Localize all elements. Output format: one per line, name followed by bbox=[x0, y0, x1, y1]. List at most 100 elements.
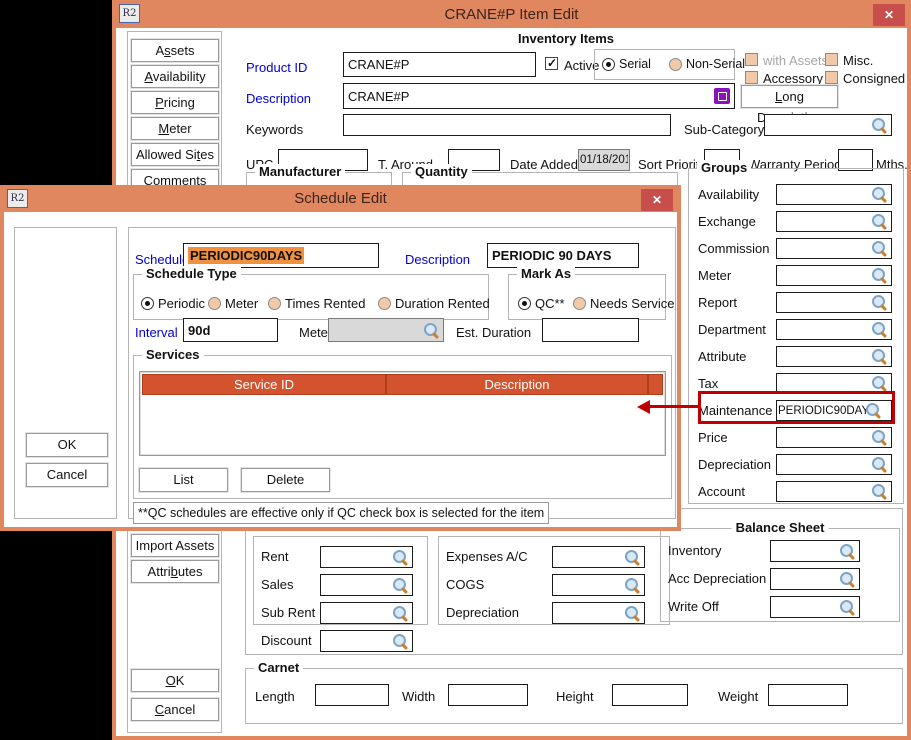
active-checkbox[interactable] bbox=[545, 57, 558, 70]
search-icon[interactable] bbox=[871, 430, 887, 445]
search-icon[interactable] bbox=[871, 268, 887, 283]
acc-depreciation-field[interactable] bbox=[770, 568, 860, 590]
close-icon[interactable]: ✕ bbox=[641, 189, 673, 211]
width-field[interactable] bbox=[448, 684, 528, 706]
keywords-field[interactable] bbox=[343, 114, 671, 136]
sub-category-field[interactable] bbox=[764, 114, 892, 136]
height-field[interactable] bbox=[612, 684, 688, 706]
sub-rent-label: Sub Rent bbox=[261, 605, 315, 620]
search-icon[interactable] bbox=[871, 118, 887, 133]
import-assets-button[interactable]: Import Assets bbox=[131, 534, 219, 557]
search-icon[interactable] bbox=[871, 241, 887, 256]
group-field-department[interactable] bbox=[776, 319, 892, 340]
description-expand-icon[interactable] bbox=[714, 88, 730, 104]
sidebar-item-availability[interactable]: Availability bbox=[131, 65, 219, 88]
long-description-button[interactable]: Long Description bbox=[741, 85, 838, 108]
dialog-ok-button[interactable]: OK bbox=[26, 433, 108, 457]
search-icon[interactable] bbox=[871, 295, 887, 310]
item-edit-titlebar[interactable]: R2 CRANE#P Item Edit ✕ bbox=[112, 0, 911, 28]
search-icon[interactable] bbox=[392, 606, 408, 621]
dialog-description-field[interactable]: PERIODIC 90 DAYS bbox=[487, 243, 639, 268]
sidebar-item-meter[interactable]: Meter bbox=[131, 117, 219, 140]
write-off-field[interactable] bbox=[770, 596, 860, 618]
description-column-header[interactable]: Description bbox=[386, 374, 648, 395]
ok-button[interactable]: OK bbox=[131, 669, 219, 692]
group-field-attribute[interactable] bbox=[776, 346, 892, 367]
group-field-exchange[interactable] bbox=[776, 211, 892, 232]
sales-field[interactable] bbox=[320, 574, 413, 596]
non-serial-radio[interactable] bbox=[669, 58, 682, 71]
group-label-tax: Tax bbox=[698, 376, 718, 391]
dialog-meter-field bbox=[328, 318, 444, 342]
misc-checkbox[interactable] bbox=[825, 53, 838, 66]
dialog-cancel-button[interactable]: Cancel bbox=[26, 463, 108, 487]
group-field-availability[interactable] bbox=[776, 184, 892, 205]
consigned-checkbox[interactable] bbox=[825, 71, 838, 84]
cogs-field[interactable] bbox=[552, 574, 645, 596]
services-table[interactable]: Service ID Description bbox=[139, 371, 666, 456]
accessory-checkbox[interactable] bbox=[745, 71, 758, 84]
est-duration-label: Est. Duration bbox=[456, 325, 531, 340]
search-icon[interactable] bbox=[871, 187, 887, 202]
inventory-field[interactable] bbox=[770, 540, 860, 562]
list-button[interactable]: List bbox=[139, 468, 228, 492]
search-icon[interactable] bbox=[871, 376, 887, 391]
search-icon[interactable] bbox=[839, 544, 855, 559]
times-rented-label: Times Rented bbox=[285, 296, 365, 311]
meter-radio[interactable] bbox=[208, 297, 221, 310]
product-id-field[interactable]: CRANE#P bbox=[343, 52, 536, 77]
serial-radio-group: Serial Non-Serial bbox=[594, 49, 735, 80]
interval-label: Interval bbox=[135, 325, 178, 340]
service-id-column-header[interactable]: Service ID bbox=[142, 374, 386, 395]
search-icon[interactable] bbox=[839, 572, 855, 587]
depreciation-field[interactable] bbox=[552, 602, 645, 624]
search-icon[interactable] bbox=[624, 578, 640, 593]
schedule-edit-titlebar[interactable]: R2 Schedule Edit ✕ bbox=[0, 185, 681, 212]
expenses-ac-field[interactable] bbox=[552, 546, 645, 568]
sidebar-item-assets[interactable]: Assets bbox=[131, 39, 219, 62]
cancel-button[interactable]: Cancel bbox=[131, 698, 219, 721]
search-icon[interactable] bbox=[624, 550, 640, 565]
search-icon[interactable] bbox=[871, 484, 887, 499]
group-field-account[interactable] bbox=[776, 481, 892, 502]
sub-rent-field[interactable] bbox=[320, 602, 413, 624]
search-icon[interactable] bbox=[392, 578, 408, 593]
sidebar-item-pricing[interactable]: Pricing bbox=[131, 91, 219, 114]
interval-field[interactable]: 90d bbox=[183, 318, 278, 342]
search-icon[interactable] bbox=[839, 600, 855, 615]
search-icon[interactable] bbox=[871, 322, 887, 337]
schedule-type-group: Schedule Type Periodic Meter Times Rente… bbox=[133, 274, 489, 320]
length-field[interactable] bbox=[315, 684, 389, 706]
close-icon[interactable]: ✕ bbox=[873, 4, 905, 26]
attributes-button[interactable]: Attributes bbox=[131, 560, 219, 583]
search-icon[interactable] bbox=[871, 457, 887, 472]
discount-field[interactable] bbox=[320, 630, 413, 652]
rent-field[interactable] bbox=[320, 546, 413, 568]
est-duration-field[interactable] bbox=[542, 318, 639, 342]
group-field-commission[interactable] bbox=[776, 238, 892, 259]
schedule-id-field[interactable]: PERIODIC90DAYS bbox=[183, 243, 379, 268]
weight-field[interactable] bbox=[768, 684, 848, 706]
serial-radio[interactable] bbox=[602, 58, 615, 71]
search-icon[interactable] bbox=[871, 214, 887, 229]
times-rented-radio[interactable] bbox=[268, 297, 281, 310]
periodic-radio[interactable] bbox=[141, 297, 154, 310]
with-assets-checkbox[interactable] bbox=[745, 53, 758, 66]
search-icon[interactable] bbox=[392, 550, 408, 565]
group-field-report[interactable] bbox=[776, 292, 892, 313]
group-field-price[interactable] bbox=[776, 427, 892, 448]
sidebar-item-allowed-sites[interactable]: Allowed Sites bbox=[131, 143, 219, 166]
group-field-depreciation[interactable] bbox=[776, 454, 892, 475]
search-icon bbox=[423, 323, 439, 338]
cogs-label: COGS bbox=[446, 577, 484, 592]
group-field-meter[interactable] bbox=[776, 265, 892, 286]
search-icon[interactable] bbox=[624, 606, 640, 621]
search-icon[interactable] bbox=[871, 349, 887, 364]
search-icon[interactable] bbox=[392, 634, 408, 649]
needs-service-radio[interactable] bbox=[573, 297, 586, 310]
duration-rented-radio[interactable] bbox=[378, 297, 391, 310]
qc-radio[interactable] bbox=[518, 297, 531, 310]
delete-button[interactable]: Delete bbox=[241, 468, 330, 492]
dialog-left-panel: OK Cancel bbox=[14, 227, 117, 519]
description-field[interactable]: CRANE#P bbox=[343, 83, 735, 109]
